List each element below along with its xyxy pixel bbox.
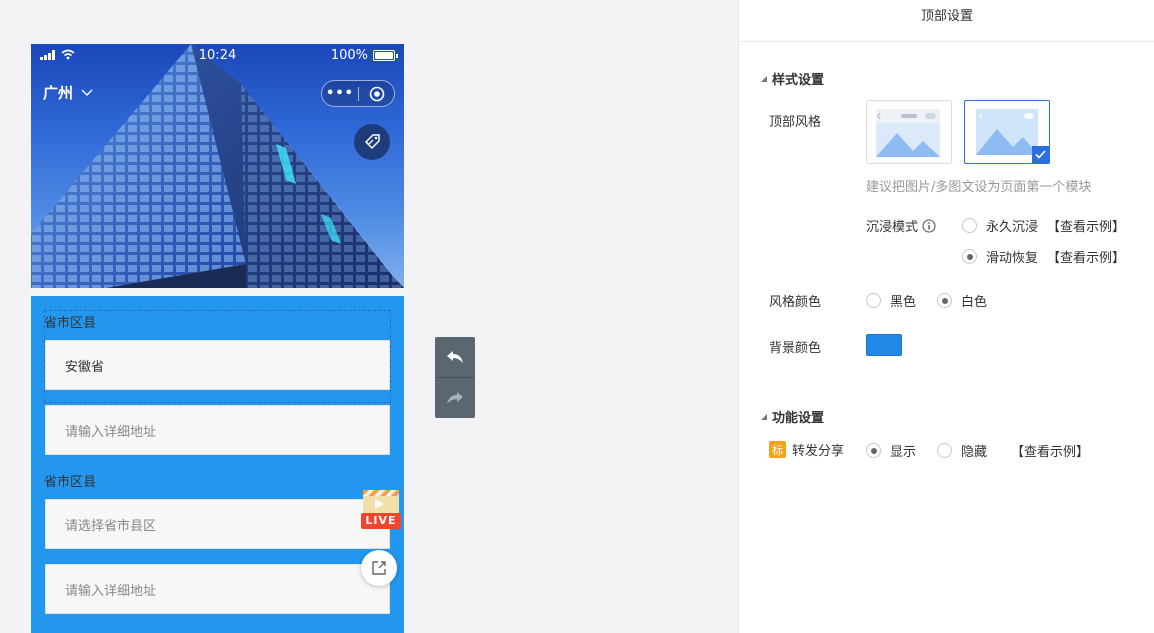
price-tag-icon	[364, 134, 380, 150]
region-field-1[interactable]: 安徽省	[45, 340, 390, 390]
settings-panel: 顶部设置 样式设置 顶部风格 建议把图片/多图文设为页面第一个模块 沉浸模式 永…	[738, 0, 1154, 633]
undo-redo-toolbar	[435, 337, 475, 418]
address-input-1[interactable]: 请输入详细地址	[45, 405, 390, 455]
bg-color-label: 背景颜色	[769, 341, 822, 356]
undo-button[interactable]	[435, 337, 475, 377]
color-white-option[interactable]: 白色	[937, 291, 987, 310]
panel-title: 顶部设置	[739, 0, 1154, 42]
info-icon[interactable]	[922, 218, 936, 233]
selected-check-icon	[1032, 146, 1049, 163]
bg-color-swatch[interactable]	[866, 334, 902, 356]
top-style-label: 顶部风格	[769, 115, 822, 130]
radio-scroll-restore[interactable]	[962, 249, 977, 264]
redo-button[interactable]	[435, 378, 475, 418]
close-target-icon[interactable]	[359, 86, 394, 102]
chevron-down-icon	[81, 89, 93, 96]
example-link-permanent[interactable]: 【查看示例】	[1047, 216, 1125, 235]
region-label-1: 省市区县	[44, 316, 97, 331]
color-black-option[interactable]: 黑色	[866, 291, 916, 310]
immersive-scroll-restore-option[interactable]: 滑动恢复 【查看示例】	[962, 247, 1125, 266]
region-label-2: 省市区县	[44, 475, 97, 490]
share-fab[interactable]	[361, 550, 397, 586]
battery-percent: 100%	[330, 48, 368, 63]
region-select-2[interactable]: 请选择省市县区	[45, 499, 390, 549]
share-hide-option[interactable]: 隐藏	[937, 441, 987, 460]
city-selector[interactable]: 广州	[43, 82, 93, 103]
style-section-title[interactable]: 样式设置	[761, 69, 824, 88]
share-example-link[interactable]: 【查看示例】	[1011, 441, 1089, 460]
miniprogram-capsule[interactable]: •••	[321, 80, 395, 107]
live-tag: LIVE	[361, 513, 401, 529]
radio-share-hide[interactable]	[937, 443, 952, 458]
battery-icon	[373, 50, 398, 61]
share-icon	[372, 561, 386, 575]
style-hint: 建议把图片/多图文设为页面第一个模块	[866, 180, 1092, 195]
redo-icon	[447, 392, 463, 404]
tag-badge-icon: 标	[769, 441, 786, 458]
immersive-permanent-option[interactable]: 永久沉浸 【查看示例】	[962, 216, 1125, 235]
more-icon[interactable]: •••	[322, 86, 358, 101]
live-widget[interactable]: LIVE	[361, 490, 401, 530]
phone-preview: 10:24 100% 广州 ••• 省市区县 安徽省 请输入详细地址 省市区县 …	[31, 44, 404, 633]
city-name: 广州	[43, 84, 74, 102]
collapse-triangle-icon	[761, 413, 767, 420]
share-show-option[interactable]: 显示	[866, 441, 916, 460]
hero-gap	[31, 288, 404, 296]
function-section-title[interactable]: 功能设置	[761, 407, 824, 426]
share-setting-label: 标 转发分享	[769, 440, 844, 459]
play-icon	[375, 499, 384, 509]
example-link-scroll-restore[interactable]: 【查看示例】	[1047, 247, 1125, 266]
address-input-2[interactable]: 请输入详细地址	[45, 564, 390, 614]
radio-white[interactable]	[937, 293, 952, 308]
radio-share-show[interactable]	[866, 443, 881, 458]
normal-style-thumbnail-icon	[876, 109, 940, 157]
style-option-immersive[interactable]	[964, 100, 1050, 164]
status-bar: 10:24 100%	[31, 44, 404, 68]
radio-black[interactable]	[866, 293, 881, 308]
battery-status: 100%	[330, 48, 398, 63]
undo-icon	[447, 351, 463, 363]
immersive-mode-label: 沉浸模式	[866, 216, 936, 235]
style-color-label: 风格颜色	[769, 295, 822, 310]
style-option-normal[interactable]	[866, 100, 952, 164]
tag-button[interactable]	[354, 124, 390, 160]
hero-image[interactable]: 10:24 100% 广州 •••	[31, 44, 404, 288]
radio-permanent[interactable]	[962, 218, 977, 233]
collapse-triangle-icon	[761, 75, 767, 82]
